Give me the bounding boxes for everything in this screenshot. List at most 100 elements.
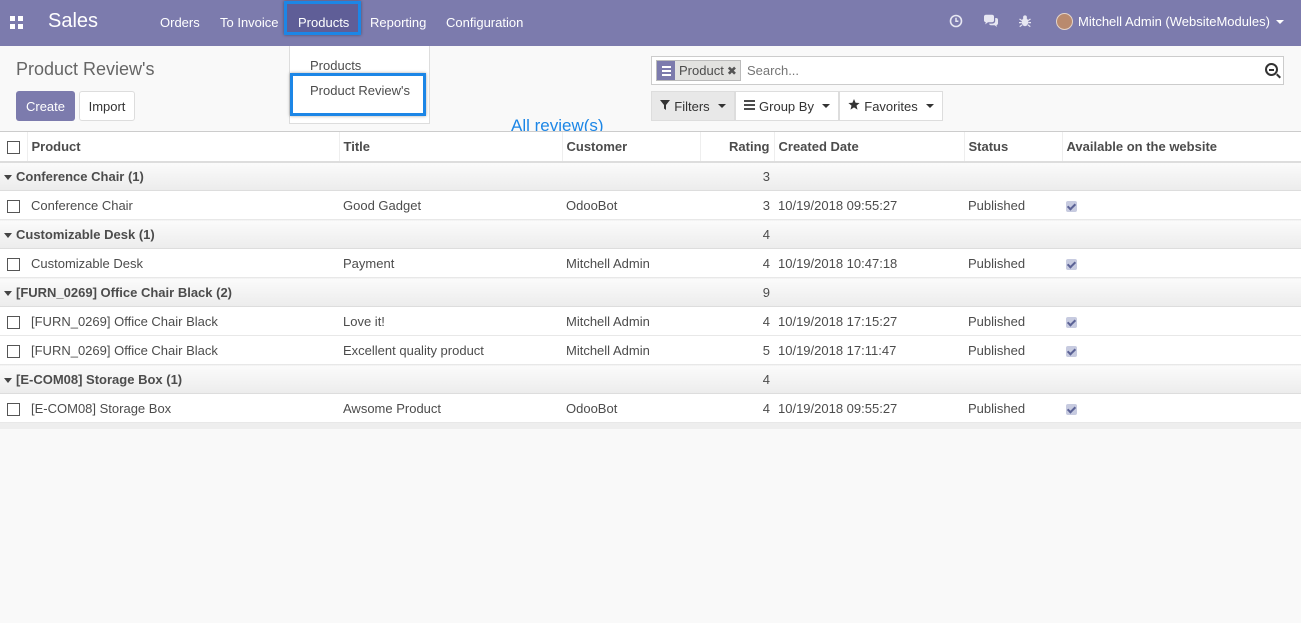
cell-customer: OdooBot	[562, 393, 700, 423]
chevron-down-icon	[925, 104, 934, 108]
group-rating-total: 3	[700, 161, 774, 191]
chat-icon[interactable]	[983, 14, 999, 31]
chevron-down-icon	[717, 104, 726, 108]
caret-down-icon	[4, 174, 12, 180]
remove-facet-icon[interactable]: ✖	[727, 64, 740, 78]
menu-products[interactable]: Products	[298, 15, 349, 30]
cell-product: [E-COM08] Storage Box	[27, 393, 339, 423]
clock-icon[interactable]	[949, 14, 963, 31]
cell-title: Awsome Product	[339, 393, 562, 423]
cell-date: 10/19/2018 09:55:27	[774, 190, 964, 220]
cell-customer: Mitchell Admin	[562, 335, 700, 365]
published-checkbox	[1066, 403, 1077, 415]
apps-menu-icon[interactable]	[10, 16, 23, 29]
cell-rating: 4	[700, 306, 774, 336]
table-row[interactable]: Conference Chair Good Gadget OdooBot 3 1…	[0, 190, 1301, 220]
top-navbar: Sales Orders To Invoice Products Reporti…	[0, 0, 1301, 46]
filters-button[interactable]: Filters	[651, 91, 735, 121]
table-row[interactable]: Customizable Desk Payment Mitchell Admin…	[0, 248, 1301, 278]
cell-date: 10/19/2018 10:47:18	[774, 248, 964, 278]
column-header[interactable]: Title	[338, 131, 562, 163]
create-button[interactable]: Create	[16, 91, 75, 121]
group-label: [E-COM08] Storage Box (1)	[16, 371, 183, 387]
caret-down-icon	[4, 377, 12, 383]
caret-down-icon	[4, 290, 12, 296]
page-title: Product Review's	[16, 59, 155, 79]
group-rating-total: 4	[700, 364, 774, 394]
group-row[interactable]: [FURN_0269] Office Chair Black (2) 9	[0, 277, 1301, 307]
table-row[interactable]: [FURN_0269] Office Chair Black Love it! …	[0, 306, 1301, 336]
cell-title: Payment	[339, 248, 562, 278]
column-header[interactable]: Customer	[561, 131, 700, 163]
cell-title: Good Gadget	[339, 190, 562, 220]
menu-reporting[interactable]: Reporting	[370, 15, 426, 30]
star-icon	[848, 99, 860, 113]
dropdown-item-products[interactable]: Products	[310, 58, 361, 73]
menu-configuration[interactable]: Configuration	[446, 15, 523, 30]
menu-to-invoice[interactable]: To Invoice	[220, 15, 279, 30]
user-menu[interactable]: Mitchell Admin (WebsiteModules)	[1056, 13, 1284, 30]
bars-icon	[744, 99, 756, 113]
menu-orders[interactable]: Orders	[160, 15, 200, 30]
group-by-button[interactable]: Group By	[735, 91, 839, 121]
group-label: Customizable Desk (1)	[16, 226, 155, 242]
avatar	[1056, 13, 1073, 30]
cell-product: Conference Chair	[27, 190, 339, 220]
row-checkbox[interactable]	[0, 306, 27, 336]
cell-title: Love it!	[339, 306, 562, 336]
favorites-label: Favorites	[864, 98, 918, 114]
group-rating-total: 4	[700, 219, 774, 249]
table-row[interactable]: [E-COM08] Storage Box Awsome Product Odo…	[0, 393, 1301, 423]
column-header[interactable]: Product	[26, 131, 339, 163]
row-checkbox[interactable]	[0, 248, 27, 278]
favorites-button[interactable]: Favorites	[839, 91, 943, 121]
cell-status: Published	[964, 335, 1062, 365]
column-header[interactable]: Rating	[699, 131, 774, 163]
cell-website	[1062, 393, 1301, 423]
cell-rating: 5	[700, 335, 774, 365]
cell-product: [FURN_0269] Office Chair Black	[27, 306, 339, 336]
group-rating-total: 9	[700, 277, 774, 307]
cell-product: Customizable Desk	[27, 248, 339, 278]
cell-status: Published	[964, 248, 1062, 278]
chevron-down-icon	[821, 104, 830, 108]
group-row[interactable]: Customizable Desk (1) 4	[0, 219, 1301, 249]
facet-value: Product	[679, 63, 724, 78]
funnel-icon	[660, 99, 671, 113]
cell-customer: Mitchell Admin	[562, 306, 700, 336]
cell-title: Excellent quality product	[339, 335, 562, 365]
column-header[interactable]: Available on the website	[1061, 131, 1301, 163]
cell-status: Published	[964, 306, 1062, 336]
group-by-icon	[657, 61, 675, 80]
search-facet: Product ✖	[656, 60, 741, 81]
cell-website	[1062, 335, 1301, 365]
table-footer	[0, 422, 1301, 429]
cell-website	[1062, 306, 1301, 336]
group-label: Conference Chair (1)	[16, 168, 144, 184]
published-checkbox	[1066, 316, 1077, 328]
filters-label: Filters	[674, 98, 710, 114]
cell-rating: 4	[700, 393, 774, 423]
search-input[interactable]	[747, 63, 1227, 78]
published-checkbox	[1066, 345, 1077, 357]
row-checkbox[interactable]	[0, 393, 27, 423]
group-row[interactable]: [E-COM08] Storage Box (1) 4	[0, 364, 1301, 394]
caret-down-icon	[4, 232, 12, 238]
table-row[interactable]: [FURN_0269] Office Chair Black Excellent…	[0, 335, 1301, 365]
column-header[interactable]: Status	[963, 131, 1062, 163]
table-header: Product Title Customer Rating Created Da…	[0, 131, 1301, 163]
bug-icon[interactable]	[1018, 14, 1032, 31]
import-button[interactable]: Import	[79, 91, 135, 121]
row-checkbox[interactable]	[0, 335, 27, 365]
column-header[interactable]: Created Date	[773, 131, 964, 163]
search-icon[interactable]	[1265, 63, 1278, 76]
group-row[interactable]: Conference Chair (1) 3	[0, 161, 1301, 191]
select-all-checkbox[interactable]	[0, 131, 27, 163]
cell-status: Published	[964, 393, 1062, 423]
user-name: Mitchell Admin (WebsiteModules)	[1078, 14, 1270, 29]
dropdown-highlight-box	[290, 73, 426, 116]
row-checkbox[interactable]	[0, 190, 27, 220]
cell-status: Published	[964, 190, 1062, 220]
app-name[interactable]: Sales	[48, 10, 98, 33]
group-by-label: Group By	[759, 98, 814, 114]
